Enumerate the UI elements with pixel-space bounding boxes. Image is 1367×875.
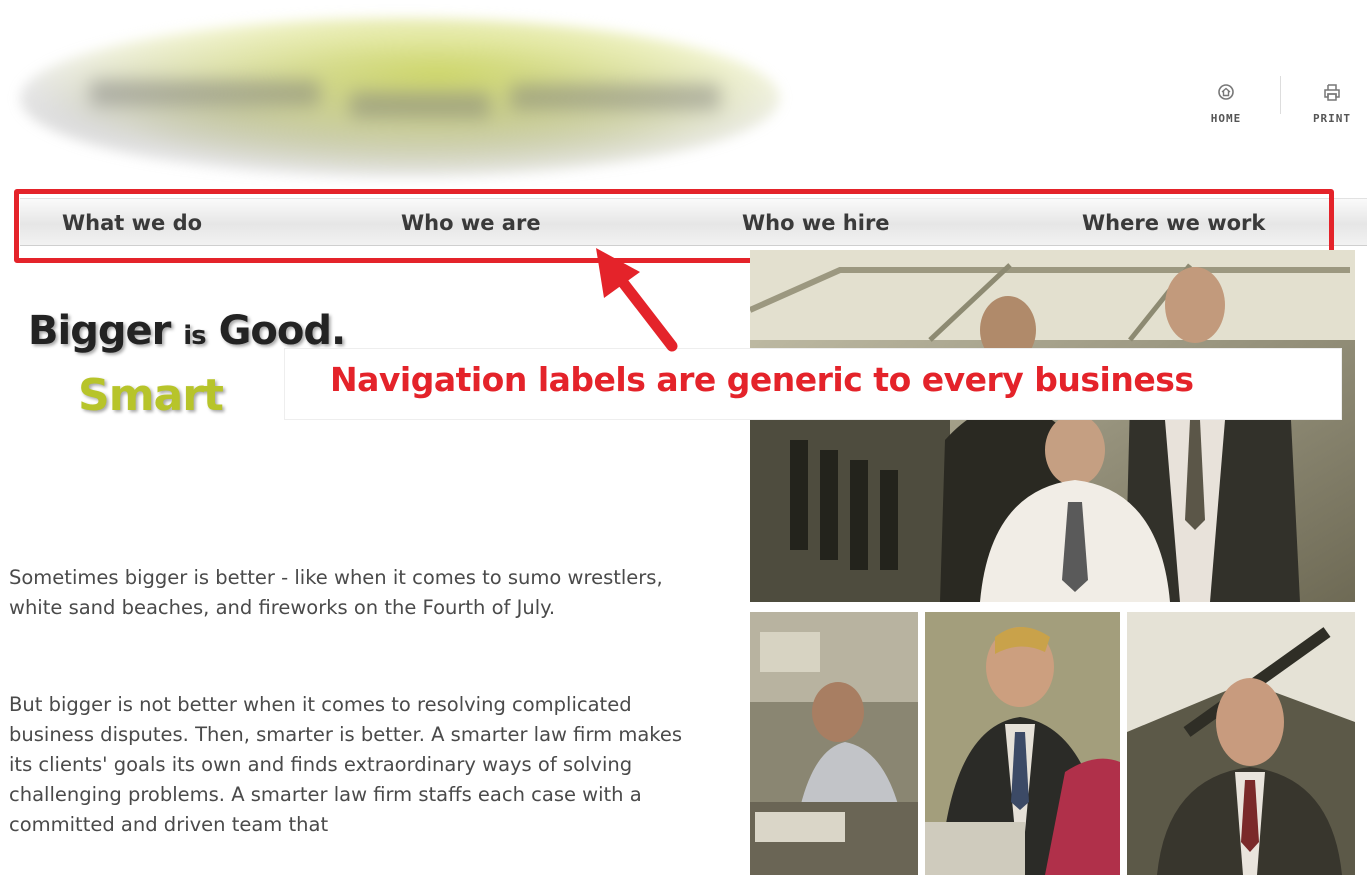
print-label: PRINT: [1312, 112, 1352, 125]
team-photo-meeting: [925, 612, 1120, 875]
company-logo-blurred[interactable]: [20, 18, 780, 178]
tagline-word-bigger: Bigger: [28, 308, 171, 354]
home-label: HOME: [1210, 112, 1242, 125]
print-link[interactable]: PRINT: [1300, 80, 1364, 125]
body-paragraph-2: But bigger is not better when it comes t…: [9, 693, 683, 836]
tagline-line2: Smart: [78, 370, 224, 421]
team-photo-main: [750, 250, 1355, 602]
nav-item-who-we-are[interactable]: Who we are: [401, 211, 541, 235]
body-paragraph-1: Sometimes bigger is better - like when i…: [9, 566, 663, 619]
team-photo-desk: [750, 612, 918, 875]
nav-item-what-we-do[interactable]: What we do: [62, 211, 202, 235]
tagline-word-is: is: [183, 321, 206, 351]
nav-item-who-we-hire[interactable]: Who we hire: [742, 211, 890, 235]
home-icon: [1218, 84, 1234, 100]
utility-divider: [1280, 76, 1281, 114]
print-icon: [1324, 84, 1340, 101]
home-link[interactable]: HOME: [1194, 80, 1258, 125]
team-photo-portrait: [1127, 612, 1355, 875]
main-nav-bar: What we do Who we are Who we hire Where …: [20, 198, 1367, 246]
nav-item-where-we-work[interactable]: Where we work: [1082, 211, 1265, 235]
annotation-callout-text: Navigation labels are generic to every b…: [330, 360, 1194, 399]
